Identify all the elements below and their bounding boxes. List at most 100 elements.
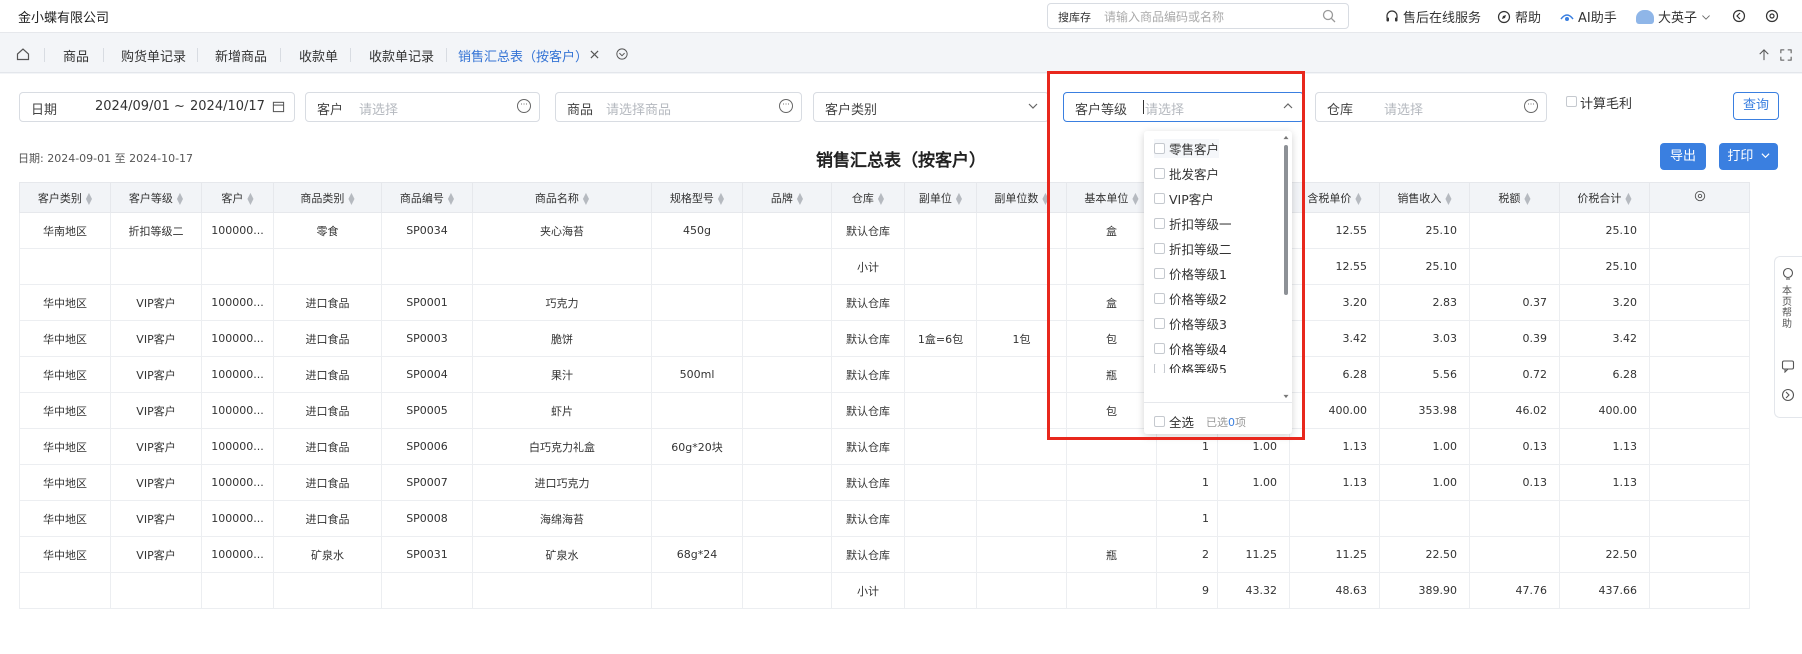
sort-icon[interactable]: ▲ ▼: [1132, 191, 1138, 205]
dropdown-scrollbar[interactable]: [1283, 135, 1289, 403]
column-header[interactable]: 商品类别 ▲ ▼: [273, 182, 382, 213]
tab-menu-icon[interactable]: [616, 48, 628, 60]
collapse-icon[interactable]: [1781, 388, 1795, 402]
column-header[interactable]: 销售收入 ▲ ▼: [1379, 182, 1470, 213]
sort-icon[interactable]: ▲ ▼: [1625, 191, 1631, 205]
table-row[interactable]: 华中地区VIP客户100000...进口食品SP0001巧克力默认仓库盒.833…: [19, 284, 1784, 321]
sort-icon[interactable]: ▲ ▼: [1355, 191, 1361, 205]
option-checkbox[interactable]: [1154, 364, 1165, 373]
expand-icon[interactable]: [1780, 49, 1792, 61]
column-header[interactable]: 含税单价 ▲ ▼: [1289, 182, 1380, 213]
chat-icon[interactable]: [1781, 359, 1795, 373]
more-icon[interactable]: ···: [517, 99, 531, 113]
scroll-up-icon[interactable]: [1283, 135, 1289, 140]
column-header[interactable]: 品牌 ▲ ▼: [742, 182, 832, 213]
column-header[interactable]: 副单位 ▲ ▼: [904, 182, 977, 213]
date-from[interactable]: 2024/09/01: [95, 99, 170, 114]
service-link[interactable]: 售后在线服务: [1385, 7, 1481, 26]
ai-assistant-link[interactable]: AI助手: [1560, 7, 1617, 26]
tab-purchase-records[interactable]: 购货单记录: [121, 46, 186, 65]
tab-receipt-records[interactable]: 收款单记录: [369, 46, 434, 65]
settings-icon[interactable]: [1694, 190, 1706, 202]
home-icon[interactable]: [16, 47, 30, 61]
sort-icon[interactable]: ▲ ▼: [1524, 191, 1530, 205]
more-icon[interactable]: ···: [779, 99, 793, 113]
table-row[interactable]: 小计 9 43.32 48.63 389.90 47.76 437.66: [19, 572, 1784, 609]
table-row[interactable]: 小计.5512.5525.1025.10: [19, 248, 1784, 285]
select-all-checkbox[interactable]: [1154, 416, 1165, 427]
customer-level-select[interactable]: 客户等级 请选择: [1063, 92, 1304, 122]
sort-icon[interactable]: ▲ ▼: [1042, 191, 1048, 205]
tab-receipt[interactable]: 收款单: [299, 46, 338, 65]
scroll-down-icon[interactable]: [1283, 394, 1289, 399]
sort-icon[interactable]: ▲ ▼: [1445, 191, 1451, 205]
column-header[interactable]: 商品名称 ▲ ▼: [472, 182, 652, 213]
option-checkbox[interactable]: [1154, 243, 1165, 254]
column-settings[interactable]: [1649, 182, 1750, 213]
option-checkbox[interactable]: [1154, 193, 1165, 204]
tab-sales-summary[interactable]: 销售汇总表（按客户）: [458, 46, 588, 65]
sort-icon[interactable]: ▲ ▼: [348, 191, 354, 205]
table-row[interactable]: 华中地区 VIP客户 100000... 进口食品 SP0003 脆饼 默认仓库 1盒=6包 1…: [19, 320, 1784, 357]
option-checkbox[interactable]: [1154, 143, 1165, 154]
column-header[interactable]: 价税合计 ▲ ▼: [1559, 182, 1650, 213]
dropdown-option[interactable]: 折扣等级二: [1154, 239, 1232, 258]
export-button[interactable]: 导出: [1660, 143, 1706, 170]
option-checkbox[interactable]: [1154, 268, 1165, 279]
column-header[interactable]: 客户类别 ▲ ▼: [19, 182, 111, 213]
logout-icon[interactable]: [1732, 9, 1746, 23]
option-checkbox[interactable]: [1154, 218, 1165, 229]
gross-profit-checkbox[interactable]: [1566, 96, 1577, 107]
sort-icon[interactable]: ▲ ▼: [247, 191, 253, 205]
query-button[interactable]: 查询: [1733, 92, 1779, 120]
option-checkbox[interactable]: [1154, 168, 1165, 179]
product-select[interactable]: 商品 请选择商品 ···: [555, 92, 802, 122]
column-header[interactable]: 仓库 ▲ ▼: [831, 182, 905, 213]
table-row[interactable]: 华中地区 VIP客户 100000... 矿泉水 SP0031 矿泉水 68g*24 默认仓库…: [19, 536, 1784, 573]
customer-type-select[interactable]: 客户类别: [813, 92, 1049, 122]
close-tab-icon[interactable]: [590, 50, 599, 59]
dropdown-option[interactable]: VIP客户: [1154, 189, 1214, 208]
table-row[interactable]: 华中地区 VIP客户 100000... 进口食品 SP0004 果汁 500ml 默认仓库 瓶…: [19, 356, 1784, 393]
more-icon[interactable]: ···: [1524, 99, 1538, 113]
gross-profit-label[interactable]: 计算毛利: [1580, 93, 1632, 112]
customer-select[interactable]: 客户 请选择 ···: [305, 92, 540, 122]
table-row[interactable]: 华中地区 VIP客户 100000... 进口食品 SP0006 白巧克力礼盒 60g*20…: [19, 428, 1784, 465]
tab-new-product[interactable]: 新增商品: [215, 46, 267, 65]
table-row[interactable]: 华中地区VIP客户100000...进口食品SP0005虾片默认仓库包.9840…: [19, 392, 1784, 429]
dropdown-option[interactable]: 价格等级4: [1154, 339, 1227, 358]
inventory-search-box[interactable]: 搜库存 请输入商品编码或名称: [1047, 3, 1349, 29]
dropdown-option[interactable]: 价格等级5: [1154, 364, 1227, 373]
table-row[interactable]: 华中地区 VIP客户 100000... 进口食品 SP0008 海绵海苔 默认仓库 1: [19, 500, 1784, 537]
option-checkbox[interactable]: [1154, 318, 1165, 329]
column-header[interactable]: 商品编号 ▲ ▼: [381, 182, 473, 213]
table-row[interactable]: 华南地区折扣等级二100000...零食SP0034夹心海苔450g默认仓库盒.…: [19, 212, 1784, 249]
calendar-icon[interactable]: [272, 100, 285, 113]
dropdown-option[interactable]: 价格等级3: [1154, 314, 1227, 333]
search-icon[interactable]: [1322, 9, 1336, 23]
dropdown-option[interactable]: 批发客户: [1154, 164, 1219, 183]
option-checkbox[interactable]: [1154, 293, 1165, 304]
column-header[interactable]: 客户等级 ▲ ▼: [110, 182, 202, 213]
dropdown-option[interactable]: 价格等级1: [1154, 264, 1227, 283]
warehouse-select[interactable]: 仓库 请选择 ···: [1315, 92, 1547, 122]
search-input[interactable]: 请输入商品编码或名称: [1104, 8, 1224, 25]
column-header[interactable]: 副单位数 ▲ ▼: [976, 182, 1067, 213]
scrollbar-thumb[interactable]: [1284, 145, 1288, 295]
column-header[interactable]: 基本单位 ▲ ▼: [1066, 182, 1157, 213]
search-scope-tag[interactable]: 搜库存: [1058, 9, 1091, 25]
sort-icon[interactable]: ▲ ▼: [797, 191, 803, 205]
sort-icon[interactable]: ▲ ▼: [177, 191, 183, 205]
date-range-picker[interactable]: 日期 2024/09/01 ~ 2024/10/17: [19, 92, 295, 122]
table-row[interactable]: 华中地区 VIP客户 100000... 进口食品 SP0007 进口巧克力 默认仓库 1 1.…: [19, 464, 1784, 501]
user-menu[interactable]: 大英子: [1636, 7, 1711, 26]
help-link[interactable]: 帮助: [1497, 7, 1541, 26]
date-to[interactable]: 2024/10/17: [190, 99, 265, 114]
sort-icon[interactable]: ▲ ▼: [956, 191, 962, 205]
sort-icon[interactable]: ▲ ▼: [718, 191, 724, 205]
dropdown-option[interactable]: 折扣等级一: [1154, 214, 1232, 233]
column-header[interactable]: 规格型号 ▲ ▼: [651, 182, 743, 213]
lightbulb-icon[interactable]: [1781, 267, 1795, 281]
print-button[interactable]: 打印: [1719, 143, 1778, 170]
settings-icon[interactable]: [1765, 9, 1779, 23]
